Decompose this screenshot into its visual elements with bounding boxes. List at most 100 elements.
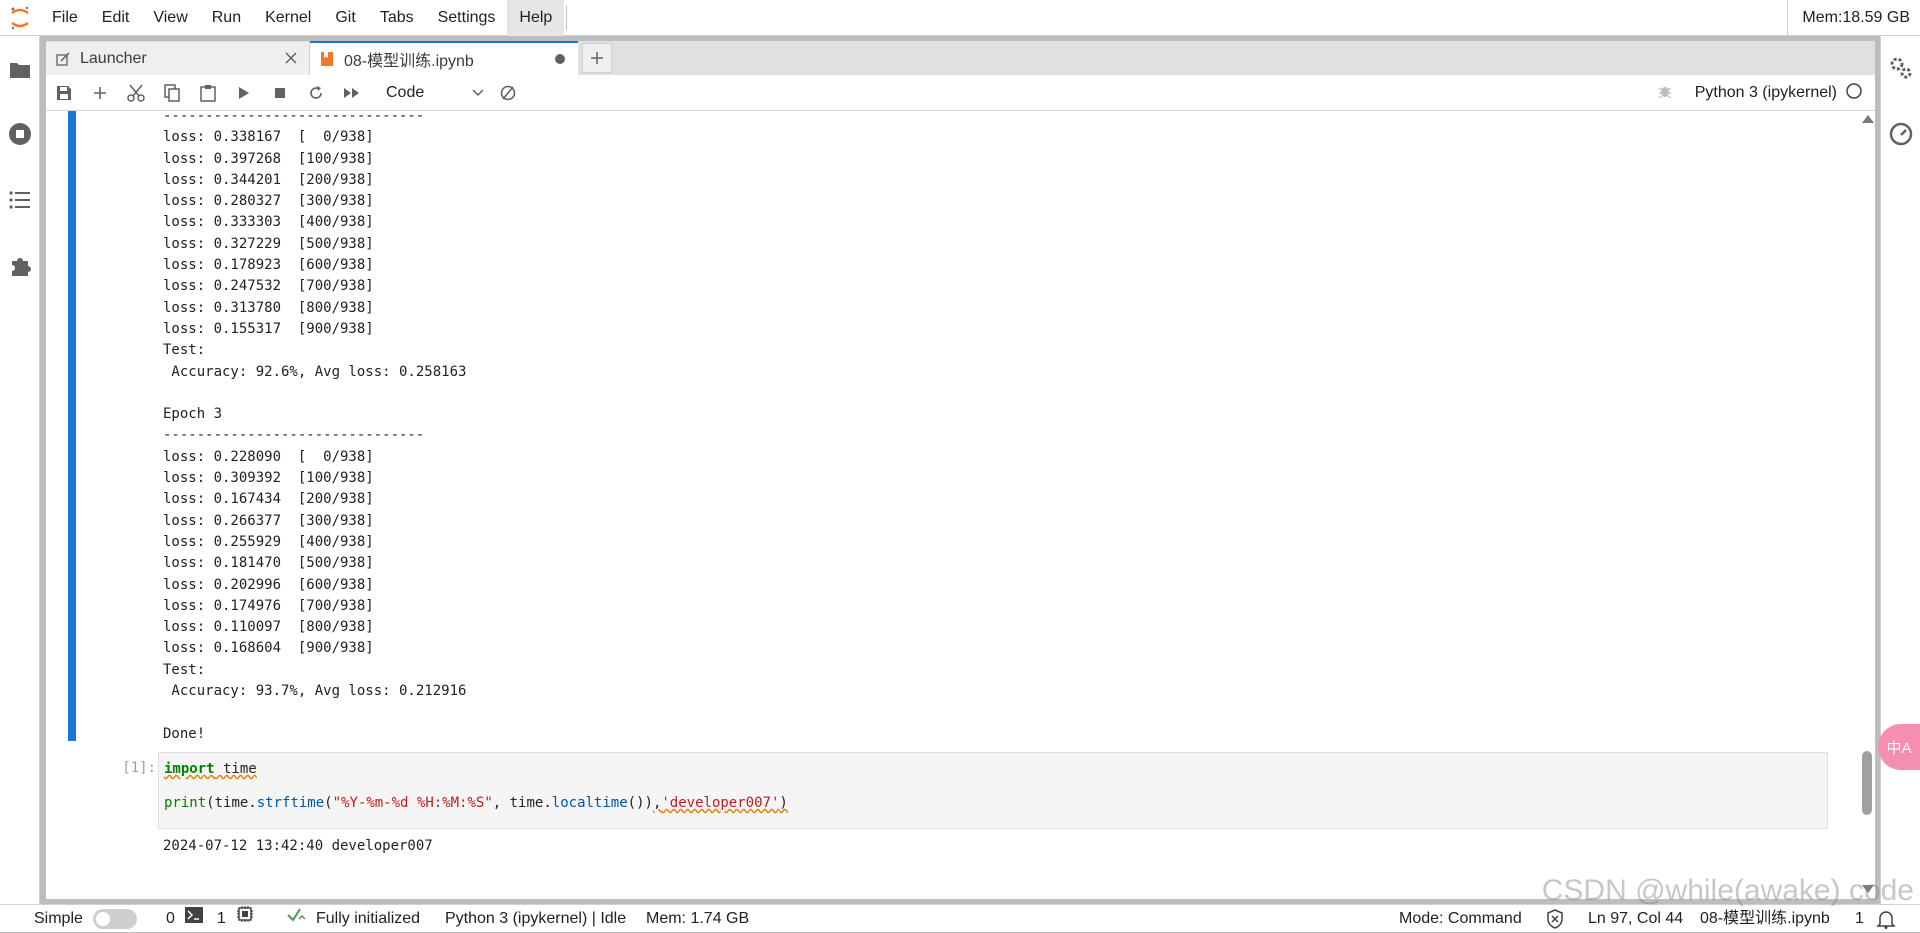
- paste-button[interactable]: [190, 75, 226, 111]
- menu-help[interactable]: Help: [507, 0, 565, 36]
- terminals-status[interactable]: 0 1: [166, 905, 254, 933]
- gauge-icon[interactable]: [1889, 122, 1913, 146]
- scrollbar[interactable]: [1859, 111, 1875, 899]
- output-line: loss: 0.202996 [600/938]: [163, 576, 374, 593]
- code-keyword: import: [164, 761, 215, 777]
- stop-circle-icon[interactable]: [8, 122, 32, 146]
- memory-status: Mem: 1.74 GB: [646, 910, 750, 927]
- output-line: loss: 0.228090 [ 0/938]: [163, 448, 374, 465]
- plus-icon: [591, 52, 603, 64]
- output-collapser[interactable]: [68, 111, 76, 741]
- menu-edit[interactable]: Edit: [90, 0, 142, 36]
- extension-icon[interactable]: [8, 254, 32, 278]
- gears-icon[interactable]: [1889, 56, 1913, 80]
- kernel-status[interactable]: Python 3 (ipykernel) | Idle: [445, 905, 626, 933]
- menu-bar: File Edit View Run Kernel Git Tabs Setti…: [0, 0, 1920, 36]
- output-line: loss: 0.174976 [700/938]: [163, 597, 374, 614]
- scroll-up-icon[interactable]: [1862, 115, 1874, 123]
- notebook-icon: [320, 51, 336, 67]
- menu-divider: [566, 5, 568, 30]
- simple-toggle[interactable]: [92, 909, 137, 929]
- menu-file[interactable]: File: [40, 0, 90, 36]
- output-line: Accuracy: 92.6%, Avg loss: 0.258163: [163, 363, 467, 380]
- code-text: ): [779, 795, 788, 811]
- output-line: loss: 0.167434 [200/938]: [163, 491, 374, 508]
- restart-button[interactable]: [298, 75, 334, 111]
- notebook-content: ------------------------------- loss: 0.3…: [46, 111, 1875, 899]
- output-line: loss: 0.168604 [900/938]: [163, 640, 374, 657]
- output-line: loss: 0.255929 [400/938]: [163, 533, 374, 550]
- menu-tabs[interactable]: Tabs: [368, 0, 426, 36]
- simple-mode: Simple: [34, 905, 137, 933]
- git-diff-button[interactable]: [490, 75, 526, 111]
- output-line: loss: 0.155317 [900/938]: [163, 320, 374, 337]
- output-line: loss: 0.181470 [500/938]: [163, 555, 374, 572]
- code-builtin: print: [164, 795, 207, 811]
- tab-launcher-label: Launcher: [80, 49, 147, 67]
- cell-type-dropdown[interactable]: Code: [380, 79, 490, 107]
- menu-view[interactable]: View: [141, 0, 199, 36]
- cell-type-value: Code: [386, 83, 425, 101]
- shield-icon[interactable]: [1546, 905, 1564, 933]
- terminal-icon: [184, 905, 203, 933]
- tab-notebook[interactable]: 08-模型训练.ipynb: [310, 41, 578, 75]
- interrupt-button[interactable]: [262, 75, 298, 111]
- toc-icon[interactable]: [8, 188, 32, 212]
- bell-icon[interactable]: [1876, 905, 1896, 933]
- fast-forward-icon: [344, 87, 359, 98]
- save-button[interactable]: [46, 75, 82, 111]
- cell-input[interactable]: import time print(time.strftime("%Y-%m-%…: [158, 752, 1828, 829]
- refresh-icon: [310, 85, 322, 99]
- kernel-status-icon: [1845, 82, 1863, 105]
- copy-button[interactable]: [154, 75, 190, 111]
- menu-kernel[interactable]: Kernel: [253, 0, 323, 36]
- menu-git[interactable]: Git: [323, 0, 367, 36]
- output-line: loss: 0.280327 [300/938]: [163, 193, 374, 210]
- close-icon[interactable]: [283, 50, 299, 66]
- run-button[interactable]: [226, 75, 262, 111]
- folder-icon[interactable]: [8, 58, 32, 82]
- toggle-knob: [95, 912, 110, 926]
- scissors-icon: [127, 84, 145, 102]
- kernel-area: Python 3 (ipykernel): [1657, 75, 1863, 111]
- terminals-count: 0: [166, 910, 175, 927]
- cursor-position[interactable]: Ln 97, Col 44: [1588, 905, 1683, 933]
- stop-icon: [275, 87, 285, 98]
- add-tab-button[interactable]: [582, 43, 612, 73]
- tab-launcher[interactable]: Launcher: [46, 42, 310, 75]
- output-line: -------------------------------: [163, 111, 425, 124]
- run-all-button[interactable]: [334, 75, 370, 111]
- save-icon: [57, 85, 71, 100]
- output-line: loss: 0.309392 [100/938]: [163, 470, 374, 487]
- menu-settings[interactable]: Settings: [426, 0, 508, 36]
- code-line-3: print(time.strftime("%Y-%m-%d %H:%M:%S",…: [164, 795, 788, 811]
- menu-run[interactable]: Run: [200, 0, 253, 36]
- jupyter-logo-icon: [0, 0, 40, 36]
- play-icon: [239, 86, 249, 99]
- output-line: Test:: [163, 342, 206, 359]
- output-line: loss: 0.266377 [300/938]: [163, 512, 374, 529]
- code-cell[interactable]: [1]: import time print(time.strftime("%Y…: [46, 752, 1875, 882]
- code-function: localtime: [551, 795, 628, 811]
- unsaved-dot-icon[interactable]: [552, 51, 568, 67]
- kernel-chip-icon: [236, 905, 254, 933]
- scroll-thumb[interactable]: [1862, 751, 1872, 815]
- output-line: loss: 0.344201 [200/938]: [163, 171, 374, 188]
- init-status: Fully initialized: [316, 910, 421, 927]
- kernel-name[interactable]: Python 3 (ipykernel): [1695, 84, 1837, 102]
- code-function: strftime: [256, 795, 325, 811]
- clipboard-icon: [200, 84, 216, 102]
- simple-label: Simple: [34, 910, 83, 927]
- git-diff-icon: [500, 85, 516, 100]
- scroll-down-icon[interactable]: [1862, 885, 1874, 893]
- debugger-icon[interactable]: [1657, 83, 1673, 104]
- cut-button[interactable]: [118, 75, 154, 111]
- insert-cell-button[interactable]: [82, 75, 118, 111]
- lsp-status[interactable]: Fully initialized: [286, 905, 420, 933]
- chevron-down-icon: [472, 88, 484, 96]
- status-bar: Simple 0 1 Fully initialized Python 3 (i…: [0, 904, 1920, 932]
- code-text: (: [324, 795, 333, 811]
- tab-bar: Launcher 08-模型训练.ipynb: [46, 41, 1875, 75]
- translate-button[interactable]: 中A: [1878, 724, 1920, 770]
